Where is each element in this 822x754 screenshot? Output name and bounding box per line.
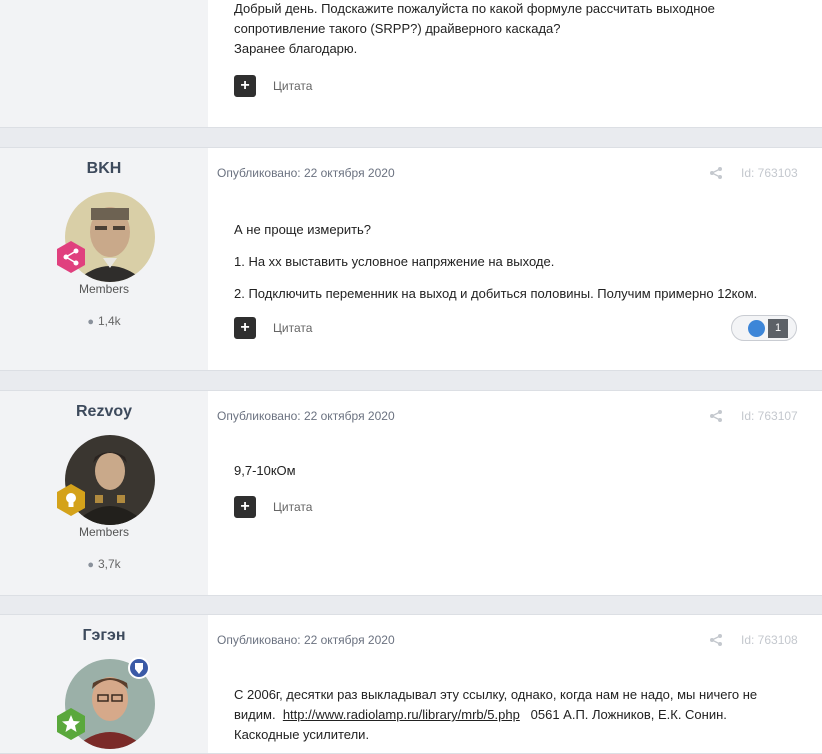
reaction-button[interactable]: 1 xyxy=(731,315,797,341)
post-0: Добрый день. Подскажите пожалуйста по ка… xyxy=(0,0,822,128)
post-content: 9,7-10кОм xyxy=(234,461,296,481)
thumbs-up-icon xyxy=(748,320,765,337)
post-text-line: А не проще измерить? xyxy=(234,222,372,237)
author-panel: BKH Members ● 1,4k xyxy=(0,148,208,370)
lightbulb-badge-icon xyxy=(54,483,88,517)
post-text-line: видим. http://www.radiolamp.ru/library/m… xyxy=(234,705,757,725)
post-text-line: Добрый день. Подскажите пожалуйста по ка… xyxy=(234,1,715,36)
shield-icon xyxy=(128,657,150,679)
post-id[interactable]: Id: 763108 xyxy=(741,633,798,647)
star-badge-icon xyxy=(54,707,88,741)
post-text-prefix: видим. xyxy=(234,707,276,722)
author-panel xyxy=(0,0,208,127)
post-link[interactable]: http://www.radiolamp.ru/library/mrb/5.ph… xyxy=(283,707,520,722)
post-text-line: С 2006г, десятки раз выкладывал эту ссыл… xyxy=(234,687,758,702)
share-icon[interactable] xyxy=(709,166,723,180)
post-content: С 2006г, десятки раз выкладывал эту ссыл… xyxy=(234,685,757,745)
post-text-line: Заранее благодарю. xyxy=(234,41,358,56)
post-text-line: 9,7-10кОм xyxy=(234,463,296,478)
author-name[interactable]: Гэгэн xyxy=(0,627,208,645)
post-1: BKH Members ● 1,4k Опубликовано: 22 октя… xyxy=(0,147,822,371)
quote-button[interactable]: Цитата xyxy=(273,79,312,93)
comment-icon: ● xyxy=(87,559,94,571)
post-id[interactable]: Id: 763103 xyxy=(741,166,798,180)
author-name[interactable]: BKH xyxy=(0,160,208,178)
post-text-suffix: 0561 А.П. Ложников, Е.К. Сонин. xyxy=(530,707,727,722)
author-name[interactable]: Rezvoy xyxy=(0,403,208,421)
post-content: А не проще измерить? 1. На хх выставить … xyxy=(234,220,757,304)
post-date: Опубликовано: 22 октября 2020 xyxy=(217,633,395,647)
author-panel: Rezvoy Members ● 3,7k xyxy=(0,391,208,595)
post-count: ● 1,4k xyxy=(0,314,208,328)
share-badge-icon xyxy=(54,240,88,274)
post-text-line: Каскодные усилители. xyxy=(234,727,370,742)
post-text-line: 1. На хх выставить условное напряжение н… xyxy=(234,254,555,269)
multiquote-button[interactable]: + xyxy=(234,496,256,518)
multiquote-button[interactable]: + xyxy=(234,75,256,97)
post-2: Rezvoy Members ● 3,7k Опубликовано: 22 ок… xyxy=(0,390,822,596)
member-group: Members xyxy=(78,525,129,539)
share-icon[interactable] xyxy=(709,409,723,423)
member-group: Members xyxy=(78,282,129,296)
reaction-count: 1 xyxy=(768,319,788,338)
post-id[interactable]: Id: 763107 xyxy=(741,409,798,423)
post-count: ● 3,7k xyxy=(0,557,208,571)
post-date: Опубликовано: 22 октября 2020 xyxy=(217,409,395,423)
share-icon[interactable] xyxy=(709,633,723,647)
post-count-value: 1,4k xyxy=(97,314,121,328)
plus-icon: + xyxy=(240,498,250,515)
post-count-value: 3,7k xyxy=(97,557,121,571)
multiquote-button[interactable]: + xyxy=(234,317,256,339)
author-panel: Гэгэн xyxy=(0,615,208,753)
plus-icon: + xyxy=(240,77,250,94)
post-date: Опубликовано: 22 октября 2020 xyxy=(217,166,395,180)
quote-button[interactable]: Цитата xyxy=(273,500,312,514)
quote-button[interactable]: Цитата xyxy=(273,321,312,335)
post-text-line: 2. Подключить переменник на выход и доби… xyxy=(234,286,758,301)
plus-icon: + xyxy=(240,319,250,336)
comment-icon: ● xyxy=(87,316,94,328)
post-3: Гэгэн Опубликовано: 22 октября 2020 Id: … xyxy=(0,614,822,754)
post-content: Добрый день. Подскажите пожалуйста по ка… xyxy=(234,0,734,59)
